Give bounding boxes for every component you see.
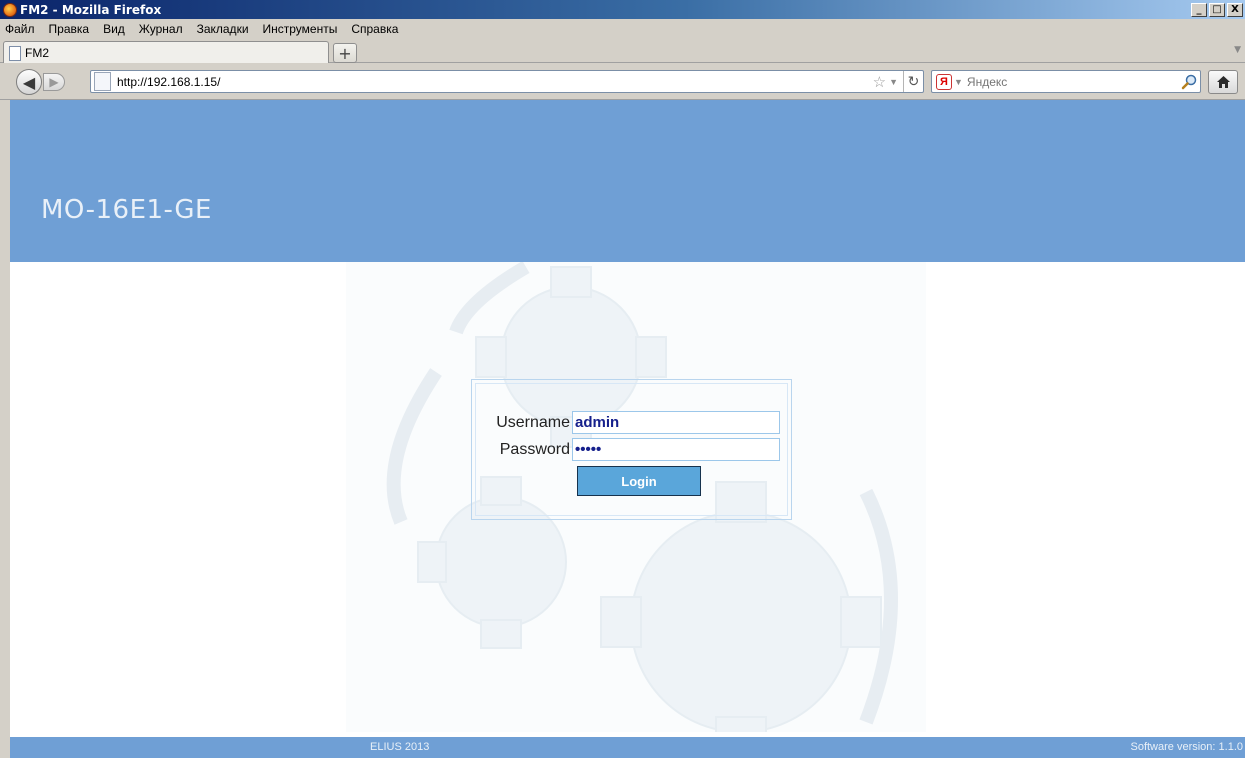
- chevron-down-icon[interactable]: ▼: [1234, 45, 1241, 55]
- window-title: FM2 - Mozilla Firefox: [20, 2, 162, 17]
- chevron-down-icon[interactable]: ▼: [954, 77, 963, 87]
- menu-history[interactable]: Журнал: [132, 22, 190, 36]
- web-page: MO-16E1-GE Username admin Password Login…: [10, 100, 1245, 758]
- home-icon: [1216, 76, 1230, 88]
- url-text[interactable]: http://192.168.1.15/: [117, 75, 873, 89]
- close-button[interactable]: X: [1227, 2, 1243, 17]
- tab-title: FM2: [25, 46, 49, 60]
- back-button[interactable]: ◀: [16, 69, 42, 95]
- forward-arrow-icon: ▶: [49, 75, 59, 89]
- username-field[interactable]: [572, 411, 780, 434]
- window-titlebar: FM2 - Mozilla Firefox _ □ X: [0, 0, 1245, 19]
- home-button[interactable]: [1208, 70, 1238, 94]
- menu-help[interactable]: Справка: [344, 22, 405, 36]
- search-bar[interactable]: Я ▼: [931, 70, 1201, 93]
- login-form: Username Password Login: [471, 379, 792, 520]
- reload-icon: ↻: [907, 73, 920, 89]
- yandex-icon[interactable]: Я: [936, 73, 952, 90]
- new-tab-button[interactable]: +: [333, 43, 357, 63]
- magnifier-icon: [1181, 74, 1197, 89]
- menu-tools[interactable]: Инструменты: [256, 22, 345, 36]
- address-bar[interactable]: http://192.168.1.15/ ☆ ▼ ↻: [90, 70, 924, 93]
- menu-file[interactable]: Файл: [0, 22, 42, 36]
- menu-bookmarks[interactable]: Закладки: [190, 22, 256, 36]
- password-field[interactable]: [572, 438, 780, 461]
- search-button[interactable]: [1178, 71, 1200, 92]
- reload-button[interactable]: ↻: [903, 71, 923, 92]
- navigation-bar: ◀ ▶ http://192.168.1.15/ ☆ ▼ ↻ Я ▼: [0, 63, 1245, 100]
- menu-view[interactable]: Вид: [96, 22, 132, 36]
- page-icon: [9, 45, 21, 61]
- back-arrow-icon: ◀: [22, 72, 36, 92]
- tab-fm2[interactable]: FM2: [3, 41, 329, 64]
- window-controls: _ □ X: [1191, 2, 1243, 17]
- firefox-icon: [3, 2, 17, 17]
- password-label: Password: [499, 440, 570, 458]
- tab-bar: FM2 + ▼: [0, 39, 1245, 64]
- page-icon: [94, 72, 111, 91]
- footer: ELIUS 2013 Software version: 1.1.0: [10, 737, 1245, 758]
- menu-edit[interactable]: Правка: [42, 22, 97, 36]
- search-input[interactable]: [966, 74, 1178, 89]
- header-top: [10, 100, 1245, 138]
- login-button[interactable]: Login: [577, 466, 701, 496]
- star-icon[interactable]: ☆: [873, 73, 886, 91]
- username-label: Username: [496, 413, 570, 431]
- username-row: Username: [486, 411, 780, 434]
- window-frame-left: [0, 100, 10, 758]
- password-row: Password: [486, 438, 780, 461]
- login-form-inner: Username Password Login: [475, 383, 788, 516]
- minimize-button[interactable]: _: [1191, 2, 1207, 17]
- forward-button[interactable]: ▶: [43, 73, 65, 91]
- maximize-button[interactable]: □: [1209, 2, 1225, 17]
- copyright-text: ELIUS 2013: [370, 741, 430, 753]
- menu-bar: Файл Правка Вид Журнал Закладки Инструме…: [0, 19, 1245, 39]
- software-version: Software version: 1.1.0: [1130, 741, 1243, 753]
- chevron-down-icon[interactable]: ▼: [889, 77, 898, 87]
- device-title: MO-16E1-GE: [41, 195, 212, 225]
